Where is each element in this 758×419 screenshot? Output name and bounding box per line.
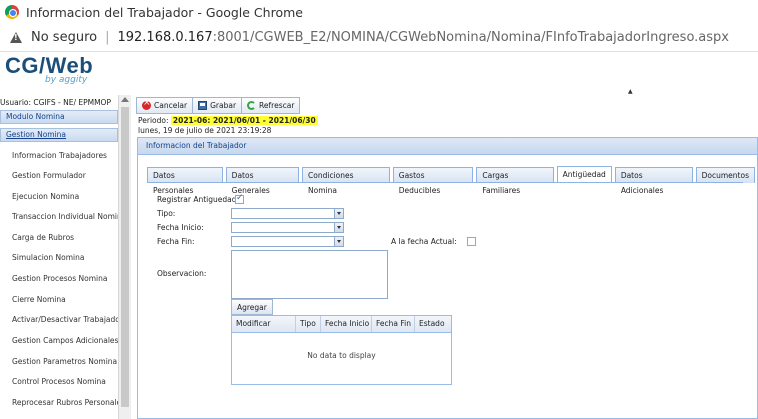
fecha-fin-picker[interactable] xyxy=(231,236,344,247)
seniority-grid: Modificar Tipo Fecha Inicio Fecha Fin Es… xyxy=(231,315,452,385)
chrome-icon xyxy=(5,5,19,19)
refresh-button[interactable]: Refrescar xyxy=(241,97,301,114)
menu-item-reprocesar-rubros[interactable]: Reprocesar Rubros Personales xyxy=(12,398,118,407)
menu-item-gestion-procesos[interactable]: Gestion Procesos Nomina xyxy=(12,274,118,283)
grid-empty-message: No data to display xyxy=(307,351,376,360)
tipo-label: Tipo: xyxy=(157,209,176,218)
period-line: Periodo: 2021-06: 2021/06/01 - 2021/06/3… xyxy=(138,116,318,125)
security-label[interactable]: No seguro xyxy=(31,30,97,45)
register-seniority-label: Registrar Antiguedad xyxy=(157,195,237,204)
fecha-actual-label: A la fecha Actual: xyxy=(391,237,457,246)
menu-item-informacion-trabajadores[interactable]: Informacion Trabajadores xyxy=(12,151,118,160)
sidebar-scrollbar[interactable] xyxy=(118,95,131,419)
header: CG/Web by aggity xyxy=(0,53,758,95)
menu-item-activar-desactivar[interactable]: Activar/Desactivar Trabajadores xyxy=(12,315,118,324)
sidebar: Usuario: CGIFS - NE/ EPMMOP Modulo Nomin… xyxy=(0,95,131,419)
url-path[interactable]: :8001/CGWEB_E2/NOMINA/CGWebNomina/Nomina… xyxy=(213,30,729,45)
menu-item-parametros-nomina[interactable]: Gestion Parametros Nomina xyxy=(12,357,118,366)
menu-item-control-procesos[interactable]: Control Procesos Nomina xyxy=(12,377,118,386)
caret-up-icon: ▲ xyxy=(628,88,633,95)
tab-datos-personales[interactable]: Datos Personales xyxy=(147,167,223,195)
tab-strip: Datos Personales Datos Generales Condici… xyxy=(147,166,758,195)
save-icon xyxy=(198,101,208,110)
chevron-down-icon[interactable] xyxy=(334,223,343,232)
tab-antiguedad[interactable]: Antigüedad xyxy=(556,166,612,183)
fecha-inicio-label: Fecha Inicio: xyxy=(157,223,204,232)
window-titlebar: Informacion del Trabajador - Google Chro… xyxy=(0,0,758,24)
tipo-combo[interactable] xyxy=(231,208,344,219)
observacion-label: Observacion: xyxy=(157,269,207,278)
menu-item-gestion-formulador[interactable]: Gestion Formulador xyxy=(12,171,118,180)
current-date: lunes, 19 de julio de 2021 23:19:28 xyxy=(138,126,272,135)
add-button[interactable]: Agregar xyxy=(231,299,273,315)
cancel-label: Cancelar xyxy=(154,101,188,110)
cancel-icon xyxy=(142,98,151,110)
save-button[interactable]: Grabar xyxy=(192,97,243,114)
tab-condiciones-nomina[interactable]: Condiciones Nomina xyxy=(302,167,390,195)
tab-gastos-deducibles[interactable]: Gastos Deducibles xyxy=(392,167,474,195)
column-estado[interactable]: Estado xyxy=(415,316,451,332)
fecha-actual-checkbox[interactable] xyxy=(467,237,476,246)
column-tipo[interactable]: Tipo xyxy=(296,316,321,332)
menu-item-ejecucion-nomina[interactable]: Ejecucion Nomina xyxy=(12,192,118,201)
chevron-down-icon[interactable] xyxy=(334,237,343,246)
address-separator: | xyxy=(105,30,110,45)
logo-subtitle: by aggity xyxy=(45,75,88,85)
period-label: Periodo: xyxy=(138,116,169,125)
grid-header: Modificar Tipo Fecha Inicio Fecha Fin Es… xyxy=(232,316,451,333)
url-host[interactable]: 192.168.0.167 xyxy=(117,30,212,45)
tab-documentos[interactable]: Documentos xyxy=(695,167,755,183)
menu-item-carga-rubros[interactable]: Carga de Rubros xyxy=(12,233,118,242)
cancel-button[interactable]: Cancelar xyxy=(136,97,194,114)
register-seniority-checkbox[interactable] xyxy=(235,193,244,204)
observacion-textarea[interactable] xyxy=(231,250,388,299)
toolbar: Cancelar Grabar Refrescar xyxy=(136,97,301,114)
warning-icon[interactable] xyxy=(10,32,22,43)
window-title: Informacion del Trabajador - Google Chro… xyxy=(26,4,303,20)
column-fecha-fin[interactable]: Fecha Fin xyxy=(372,316,415,332)
period-value: 2021-06: 2021/06/01 - 2021/06/30 xyxy=(170,116,318,125)
column-modificar[interactable]: Modificar xyxy=(232,316,296,332)
user-label: Usuario: CGIFS - NE/ EPMMOP xyxy=(0,98,111,107)
fecha-fin-label: Fecha Fin: xyxy=(157,237,195,246)
tab-datos-adicionales[interactable]: Datos Adicionales xyxy=(614,167,693,195)
main-content: Cancelar Grabar Refrescar Periodo: 2021-… xyxy=(131,95,758,419)
panel-title: Informacion del Trabajador xyxy=(138,138,757,155)
tab-divider xyxy=(147,182,743,183)
save-label: Grabar xyxy=(210,101,237,110)
tab-cargas-familiares[interactable]: Cargas Familiares xyxy=(476,167,554,195)
chevron-down-icon[interactable] xyxy=(334,209,343,218)
scroll-up-icon[interactable] xyxy=(121,97,129,102)
section-modulo-nomina[interactable]: Modulo Nomina xyxy=(0,110,118,124)
refresh-label: Refrescar xyxy=(259,101,295,110)
refresh-icon xyxy=(247,101,257,110)
section-gestion-nomina[interactable]: Gestion Nomina xyxy=(0,128,118,142)
menu-item-simulacion-nomina[interactable]: Simulacion Nomina xyxy=(12,253,118,262)
column-fecha-inicio[interactable]: Fecha Inicio xyxy=(321,316,372,332)
scroll-thumb[interactable] xyxy=(121,107,129,407)
menu-item-cierre-nomina[interactable]: Cierre Nomina xyxy=(12,295,118,304)
fecha-inicio-picker[interactable] xyxy=(231,222,344,233)
menu-item-campos-adicionales[interactable]: Gestion Campos Adicionales xyxy=(12,336,118,345)
tab-datos-generales[interactable]: Datos Generales xyxy=(225,167,300,195)
menu-item-transaccion-individual[interactable]: Transaccion Individual Nomina xyxy=(12,212,118,221)
address-bar[interactable]: No seguro | 192.168.0.167 :8001/CGWEB_E2… xyxy=(0,24,758,52)
